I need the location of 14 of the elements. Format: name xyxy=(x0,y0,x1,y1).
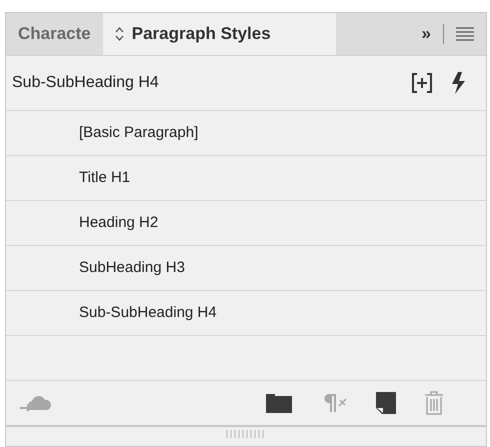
style-list-item[interactable]: Heading H2 xyxy=(6,201,486,246)
style-list-item[interactable]: Sub-SubHeading H4 xyxy=(6,291,486,336)
menu-icon[interactable] xyxy=(456,27,474,41)
overflow-button[interactable]: » xyxy=(422,21,431,47)
style-list-item[interactable]: Title H1 xyxy=(6,156,486,201)
lightning-icon[interactable] xyxy=(452,72,466,94)
style-list-item[interactable]: [Basic Paragraph] xyxy=(6,111,486,156)
panel-tab[interactable]: Paragraph Styles xyxy=(102,13,336,55)
resize-grip-icon[interactable] xyxy=(226,430,266,438)
folder-icon[interactable] xyxy=(266,393,292,413)
current-style-name: Sub-SubHeading H4 xyxy=(12,73,159,93)
style-list-item[interactable]: SubHeading H3 xyxy=(6,246,486,291)
new-page-icon[interactable] xyxy=(376,392,396,414)
bracketed-plus-icon[interactable] xyxy=(412,73,432,93)
